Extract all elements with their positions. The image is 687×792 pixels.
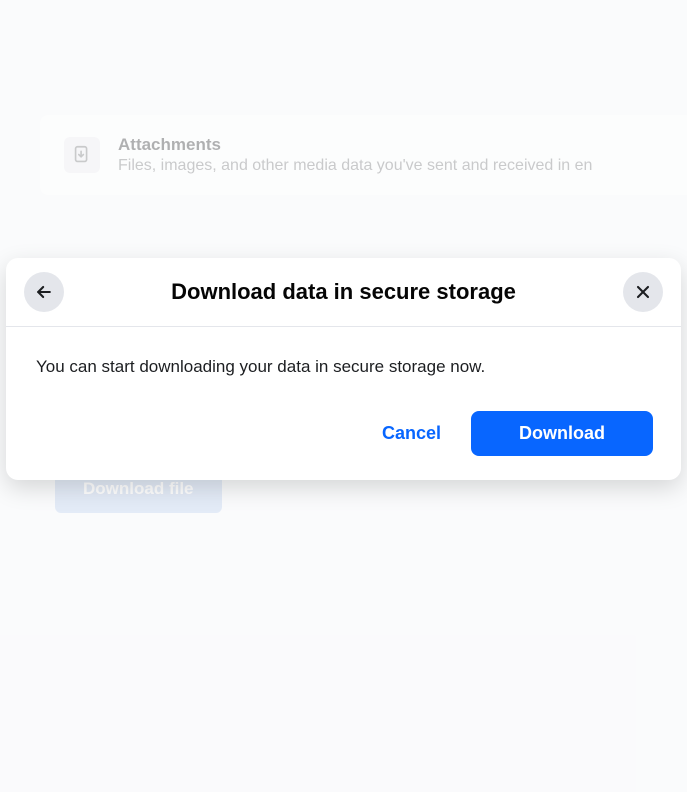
modal-footer: Cancel Download <box>6 391 681 480</box>
arrow-left-icon <box>34 282 54 302</box>
back-button[interactable] <box>24 272 64 312</box>
close-icon <box>633 282 653 302</box>
download-modal: Download data in secure storage You can … <box>6 258 681 480</box>
modal-message: You can start downloading your data in s… <box>36 355 651 379</box>
cancel-button[interactable]: Cancel <box>364 413 459 454</box>
download-button[interactable]: Download <box>471 411 653 456</box>
modal-body: You can start downloading your data in s… <box>6 327 681 391</box>
modal-title: Download data in secure storage <box>64 279 623 305</box>
close-button[interactable] <box>623 272 663 312</box>
modal-header: Download data in secure storage <box>6 258 681 327</box>
